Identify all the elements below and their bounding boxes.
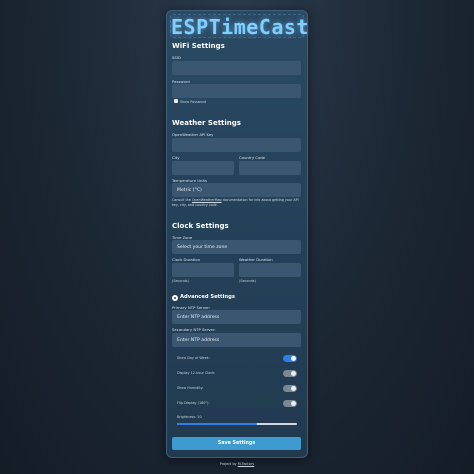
toggle-knob xyxy=(291,371,296,376)
app-logo: ESPTimeCast xyxy=(170,14,309,39)
weather-note-prefix: Consult the xyxy=(172,198,192,202)
clock-duration-label: Clock Duration xyxy=(172,257,201,262)
api-key-label: OpenWeather API Key xyxy=(172,132,214,137)
ssid-input[interactable] xyxy=(172,61,301,75)
clock-duration-hint: (Seconds) xyxy=(172,279,189,283)
show-password-label: Show Password xyxy=(180,99,207,104)
footer-author-link[interactable]: M-Factory xyxy=(238,462,255,466)
openweathermap-link[interactable]: OpenWeatherMap xyxy=(192,198,222,202)
country-code-label: Country Code xyxy=(239,155,266,160)
gear-icon[interactable] xyxy=(172,295,178,301)
save-settings-button[interactable]: Save Settings xyxy=(172,437,301,450)
brightness-fill xyxy=(177,423,258,425)
weather-heading: Weather Settings xyxy=(172,119,241,127)
footer-credit: Project by M-Factory xyxy=(166,462,308,466)
secondary-ntp-label: Secondary NTP Server: xyxy=(172,327,216,332)
brightness-label: Brightness: 10 xyxy=(177,415,202,419)
show-password-checkbox[interactable] xyxy=(174,99,178,103)
toggle-knob xyxy=(291,386,296,391)
toggle-knob xyxy=(291,401,296,406)
weather-duration-hint: (Seconds) xyxy=(239,279,256,283)
wifi-heading: WiFi Settings xyxy=(172,42,225,50)
display-12-hour-toggle[interactable] xyxy=(283,370,297,377)
city-input[interactable] xyxy=(172,161,234,175)
advanced-settings-toggle[interactable]: Advanced Settings xyxy=(180,294,235,300)
show-humidity-label: Show Humidity: xyxy=(177,386,204,390)
weather-help-note: Consult the OpenWeatherMap documentation… xyxy=(172,198,303,208)
clock-heading: Clock Settings xyxy=(172,222,229,230)
show-day-of-week-label: Show Day of Week: xyxy=(177,356,210,360)
country-code-input[interactable] xyxy=(239,161,301,175)
weather-duration-input[interactable] xyxy=(239,263,301,277)
primary-ntp-input[interactable]: Enter NTP address xyxy=(172,310,301,324)
toggle-knob xyxy=(291,356,296,361)
weather-duration-label: Weather Duration xyxy=(239,257,273,262)
city-label: City xyxy=(172,155,180,160)
flip-display-label: Flip Display (180°): xyxy=(177,401,210,405)
password-input[interactable] xyxy=(172,84,301,98)
secondary-ntp-input[interactable]: Enter NTP address xyxy=(172,333,301,347)
brightness-slider[interactable] xyxy=(177,423,297,425)
temperature-units-select[interactable]: Metric (°C) xyxy=(172,183,301,197)
ssid-label: SSID xyxy=(172,55,181,60)
api-key-input[interactable] xyxy=(172,138,301,152)
display-12-hour-label: Display 12-hour Clock: xyxy=(177,371,216,375)
show-day-of-week-toggle[interactable] xyxy=(283,355,297,362)
time-zone-select[interactable]: Select your time zone xyxy=(172,240,301,254)
clock-duration-input[interactable] xyxy=(172,263,234,277)
flip-display-toggle[interactable] xyxy=(283,400,297,407)
show-humidity-toggle[interactable] xyxy=(283,385,297,392)
footer-prefix: Project by xyxy=(219,462,238,466)
